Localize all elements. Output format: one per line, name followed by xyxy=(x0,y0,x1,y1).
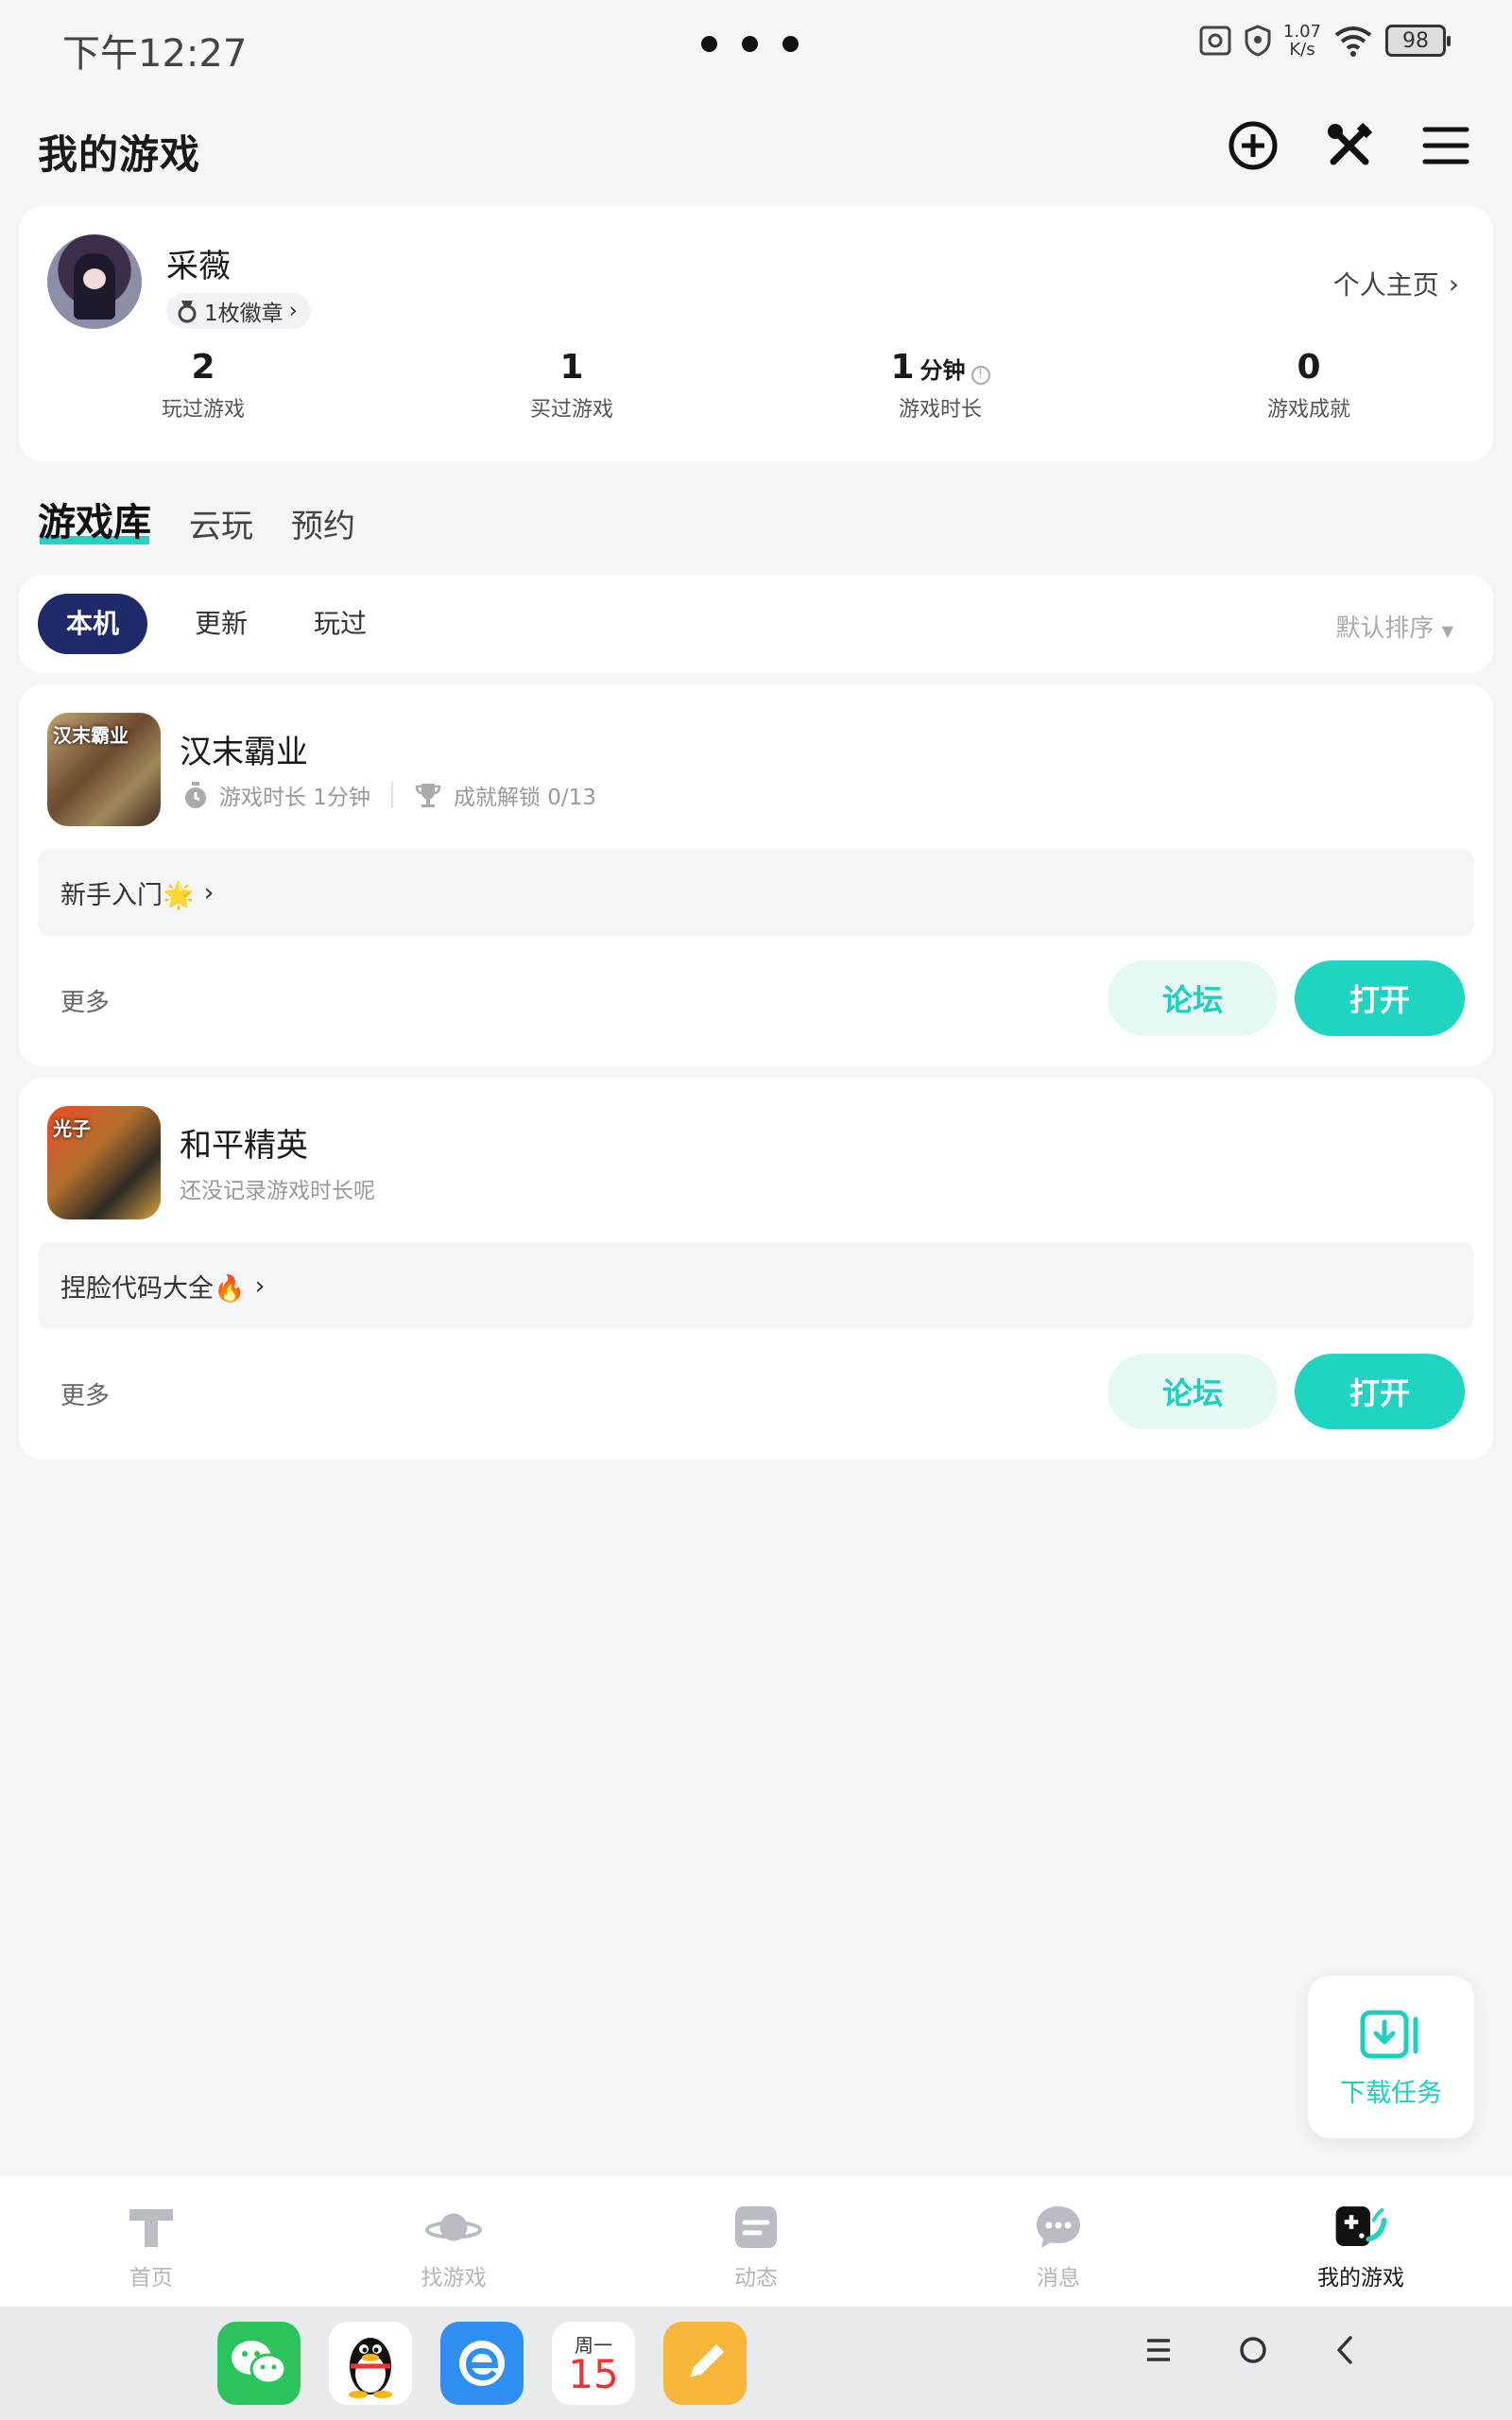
header-actions xyxy=(1225,117,1474,174)
guide-link[interactable]: 捏脸代码大全🔥 › xyxy=(38,1242,1474,1329)
medal-icon xyxy=(178,301,197,323)
info-icon[interactable]: ! xyxy=(971,365,990,385)
badge-count: 1枚徽章 xyxy=(204,302,284,326)
filter-bar: 本机 更新 玩过 默认排序 ▼ xyxy=(19,575,1493,673)
game-icon[interactable]: 光子 xyxy=(47,1106,161,1219)
game-icon[interactable]: 汉末霸业 xyxy=(47,713,161,826)
tab-reservation[interactable]: 预约 xyxy=(291,500,355,546)
profile-homepage-link[interactable]: 个人主页 › xyxy=(1333,265,1459,302)
game-name[interactable]: 和平精英 xyxy=(180,1119,308,1166)
page-title: 我的游戏 xyxy=(38,131,201,178)
filter-played[interactable]: 玩过 xyxy=(295,594,386,654)
stat-games-bought[interactable]: 1 买过游戏 xyxy=(387,348,756,423)
back-nav-icon[interactable] xyxy=(1334,2335,1355,2365)
nav-find-games[interactable]: 找游戏 xyxy=(302,2176,605,2307)
bottom-nav: 首页 找游戏 动态 消息 我的游戏 xyxy=(0,2176,1512,2307)
add-circle-icon[interactable] xyxy=(1225,117,1281,174)
status-right: 1.07 K/s 98 xyxy=(1198,22,1451,60)
stat-achievements[interactable]: 0 游戏成就 xyxy=(1125,348,1493,423)
stopwatch-icon xyxy=(185,782,206,808)
header: 我的游戏 xyxy=(38,113,1474,189)
chevron-right-icon: › xyxy=(203,877,215,908)
no-record-text: 还没记录游戏时长呢 xyxy=(180,1179,375,1203)
open-button[interactable]: 打开 xyxy=(1295,1354,1465,1429)
more-link[interactable]: 更多 xyxy=(60,1376,110,1411)
system-nav xyxy=(1145,2335,1355,2365)
wifi-icon xyxy=(1334,26,1372,57)
chevron-right-icon: › xyxy=(1448,268,1459,300)
menu-nav-icon[interactable] xyxy=(1145,2338,1172,2362)
gamepad-icon xyxy=(1332,2199,1389,2256)
planet-icon xyxy=(425,2199,482,2256)
avatar[interactable] xyxy=(47,234,142,329)
game-meta: 游戏时长 1分钟 成就解锁 0/13 xyxy=(183,779,596,811)
status-bar: 下午12:27 1.07 K/s 98 xyxy=(0,0,1512,95)
tab-cloud-play[interactable]: 云玩 xyxy=(189,500,253,546)
shield-icon xyxy=(1245,25,1271,57)
filter-updates[interactable]: 更新 xyxy=(176,594,266,654)
tools-icon[interactable] xyxy=(1321,117,1378,174)
username: 采薇 xyxy=(166,248,231,285)
more-link[interactable]: 更多 xyxy=(60,983,110,1018)
nav-messages[interactable]: 消息 xyxy=(907,2176,1210,2307)
nav-home[interactable]: 首页 xyxy=(0,2176,302,2307)
download-icon xyxy=(1360,2010,1418,2059)
achievement-progress: 成就解锁 0/13 xyxy=(453,786,596,810)
system-dock: 周一 15 xyxy=(0,2307,1512,2420)
home-nav-icon[interactable] xyxy=(1238,2335,1268,2365)
sort-dropdown[interactable]: 默认排序 ▼ xyxy=(1335,609,1453,644)
wechat-app-icon[interactable] xyxy=(217,2322,301,2405)
screenshot-icon xyxy=(1199,26,1231,56)
play-time: 游戏时长 1分钟 xyxy=(219,786,370,810)
nav-feed[interactable]: 动态 xyxy=(605,2176,907,2307)
calendar-app-icon[interactable]: 周一 15 xyxy=(552,2322,635,2405)
trophy-icon xyxy=(415,784,441,807)
profile-card: 采薇 1枚徽章 › 个人主页 › 2 玩过游戏 1 买过游戏 1 分钟! 游戏时长… xyxy=(19,206,1493,461)
guide-link[interactable]: 新手入门🌟 › xyxy=(38,849,1474,936)
status-dots xyxy=(701,36,799,52)
notes-app-icon[interactable] xyxy=(663,2322,747,2405)
menu-icon[interactable] xyxy=(1418,117,1474,174)
feed-icon xyxy=(728,2199,784,2256)
chevron-right-icon: › xyxy=(288,299,298,323)
net-speed: 1.07 K/s xyxy=(1282,22,1321,60)
status-time: 下午12:27 xyxy=(62,32,248,76)
game-card: 汉末霸业 汉末霸业 游戏时长 1分钟 成就解锁 0/13 新手入门🌟 › 更多 … xyxy=(19,684,1493,1066)
forum-button[interactable]: 论坛 xyxy=(1108,1354,1278,1429)
game-name[interactable]: 汉末霸业 xyxy=(180,726,308,772)
download-task-button[interactable]: 下载任务 xyxy=(1308,1976,1474,2138)
tab-game-library[interactable]: 游戏库 xyxy=(38,492,151,546)
stat-play-time[interactable]: 1 分钟! 游戏时长 xyxy=(756,348,1125,423)
caret-down-icon: ▼ xyxy=(1441,622,1453,640)
badge-pill[interactable]: 1枚徽章 › xyxy=(166,293,311,329)
game-meta: 还没记录游戏时长呢 xyxy=(180,1172,375,1204)
home-icon xyxy=(123,2199,180,2256)
chevron-right-icon: › xyxy=(254,1270,266,1301)
game-card: 光子 和平精英 还没记录游戏时长呢 捏脸代码大全🔥 › 更多 论坛 打开 xyxy=(19,1078,1493,1460)
message-icon xyxy=(1030,2199,1087,2256)
open-button[interactable]: 打开 xyxy=(1295,960,1465,1036)
browser-app-icon[interactable] xyxy=(440,2322,524,2405)
forum-button[interactable]: 论坛 xyxy=(1108,960,1278,1036)
nav-my-games[interactable]: 我的游戏 xyxy=(1210,2176,1512,2307)
qq-app-icon[interactable] xyxy=(329,2322,412,2405)
filter-local[interactable]: 本机 xyxy=(38,594,148,654)
library-tabs: 游戏库 云玩 预约 xyxy=(38,492,355,546)
battery-indicator: 98 xyxy=(1385,25,1451,57)
stat-games-played[interactable]: 2 玩过游戏 xyxy=(19,348,387,423)
profile-stats: 2 玩过游戏 1 买过游戏 1 分钟! 游戏时长 0 游戏成就 xyxy=(19,348,1493,423)
